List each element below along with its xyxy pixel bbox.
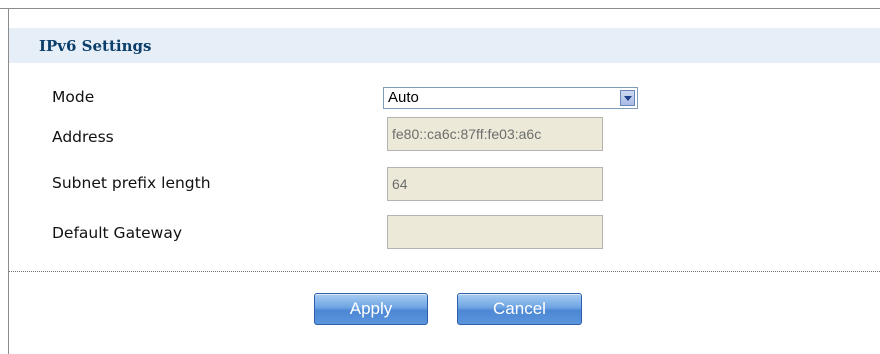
gateway-field[interactable] [387, 215, 603, 249]
gateway-label: Default Gateway [52, 224, 183, 242]
address-field[interactable]: fe80::ca6c:87ff:fe03:a6c [387, 117, 603, 151]
top-border [0, 8, 880, 9]
section-header: IPv6 Settings [9, 28, 880, 63]
apply-button[interactable]: Apply [314, 293, 428, 325]
cancel-button[interactable]: Cancel [457, 293, 582, 325]
prefix-field[interactable]: 64 [387, 167, 603, 201]
mode-label: Mode [52, 88, 95, 106]
address-label: Address [52, 128, 114, 146]
chevron-down-icon[interactable] [620, 90, 635, 106]
prefix-label: Subnet prefix length [52, 174, 211, 192]
section-title: IPv6 Settings [39, 37, 152, 55]
separator [9, 271, 880, 272]
mode-select-value: Auto [388, 89, 419, 106]
mode-select[interactable]: Auto [383, 87, 638, 109]
